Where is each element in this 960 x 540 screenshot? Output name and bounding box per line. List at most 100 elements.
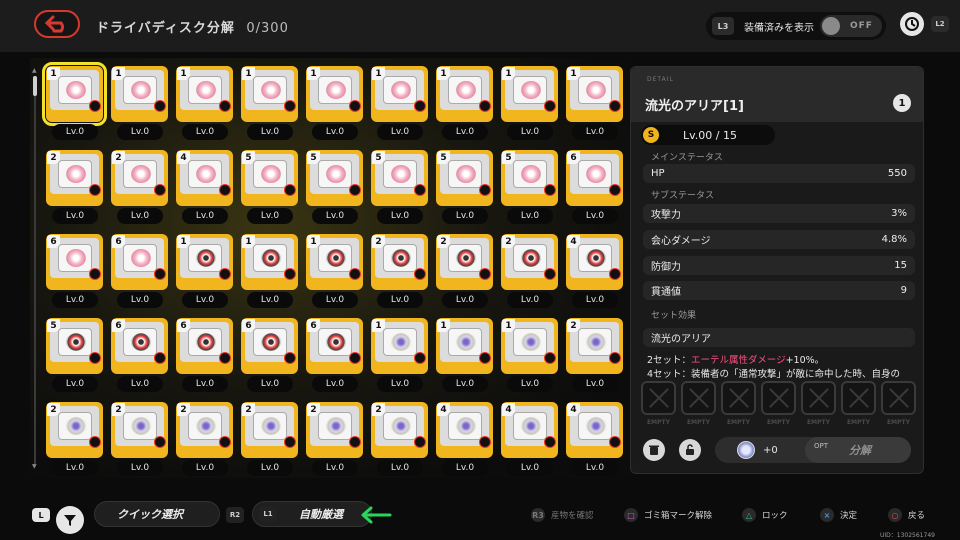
disc-tile[interactable]: 5 Lv.0 [371,150,428,227]
tile-slot-number: 1 [372,319,385,332]
disc-tile[interactable]: 5 Lv.0 [306,150,363,227]
disc-tile[interactable]: 2 Lv.0 [111,402,168,479]
disc-tile[interactable]: 1 Lv.0 [306,66,363,143]
disc-tile[interactable]: 1 Lv.0 [371,318,428,395]
disc-tile[interactable]: 1 Lv.0 [501,318,558,395]
disc-tile[interactable]: 5 Lv.0 [436,150,493,227]
disc-tile[interactable]: 1 Lv.0 [436,318,493,395]
disc-tile[interactable]: 6 Lv.0 [566,150,623,227]
disc-tile[interactable]: 2 Lv.0 [46,402,103,479]
grid-scrollbar[interactable]: ▲ ▼ [32,68,38,470]
disc-tile[interactable]: 1 Lv.0 [306,234,363,311]
button-hint: R3 産物を確認 [531,508,594,522]
disc-tile[interactable]: 2 Lv.0 [46,150,103,227]
disc-tile[interactable]: 1 Lv.0 [176,66,233,143]
disc-tile[interactable]: 4 Lv.0 [501,402,558,479]
unlock-button[interactable] [679,439,701,461]
disc-card: 1 [306,66,363,122]
dismantle-label: 分解 [849,444,871,457]
filter-button[interactable] [56,506,84,534]
disc-tile[interactable]: 1 Lv.0 [111,66,168,143]
disc-tile[interactable]: 1 Lv.0 [371,66,428,143]
disc-card: 1 [111,66,168,122]
disc-icon [382,328,417,356]
disc-core [65,165,86,183]
main-stat-row: HP 550 [643,164,915,183]
disc-tile[interactable]: 2 Lv.0 [111,150,168,227]
disc-icon [512,412,547,440]
disc-tile[interactable]: 2 Lv.0 [501,234,558,311]
disc-tile[interactable]: 1 Lv.0 [42,62,107,143]
disc-tile[interactable]: 4 Lv.0 [566,234,623,311]
show-equipped-toggle[interactable]: L3 装備済みを表示 OFF [706,12,886,40]
empty-slot[interactable] [641,381,676,415]
tile-slot-number: 6 [307,319,320,332]
disc-card: 2 [371,402,428,458]
tile-slot-number: 1 [307,67,320,80]
trash-button[interactable] [643,439,665,461]
rank-icon [609,436,621,448]
tile-level: Lv.0 [377,208,423,224]
disc-tile[interactable]: 1 Lv.0 [176,234,233,311]
disc-core [520,249,541,267]
disc-tile[interactable]: 2 Lv.0 [306,402,363,479]
empty-slot[interactable] [721,381,756,415]
disc-core [325,81,346,99]
disc-tile[interactable]: 1 Lv.0 [241,234,298,311]
disc-tile[interactable]: 6 Lv.0 [306,318,363,395]
empty-label: EMPTY [847,419,870,426]
tile-slot-number: 4 [502,403,515,416]
disc-tile[interactable]: 4 Lv.0 [566,402,623,479]
disc-tile[interactable]: 6 Lv.0 [176,318,233,395]
disc-tile[interactable]: 6 Lv.0 [111,234,168,311]
tile-level: Lv.0 [312,124,358,140]
disc-tile[interactable]: 2 Lv.0 [436,234,493,311]
disc-tile[interactable]: 2 Lv.0 [371,402,428,479]
empty-slot[interactable] [801,381,836,415]
disc-tile[interactable]: 2 Lv.0 [241,402,298,479]
sort-button[interactable] [900,12,924,36]
disc-tile[interactable]: 4 Lv.0 [176,150,233,227]
back-button[interactable] [34,10,80,38]
rank-icon [544,268,556,280]
disc-tile[interactable]: 6 Lv.0 [111,318,168,395]
disc-tile[interactable]: 5 Lv.0 [501,150,558,227]
disc-tile[interactable]: 2 Lv.0 [176,402,233,479]
disc-tile[interactable]: 1 Lv.0 [501,66,558,143]
disc-tile[interactable]: 5 Lv.0 [46,318,103,395]
toggle-knob [822,17,840,35]
auto-select-button[interactable]: L1 自動厳選 [252,501,372,527]
disc-card: 6 [176,318,233,374]
disc-tile[interactable]: 1 Lv.0 [436,66,493,143]
empty-slot[interactable] [841,381,876,415]
disc-tile[interactable]: 6 Lv.0 [241,318,298,395]
disc-tile[interactable]: 4 Lv.0 [436,402,493,479]
stat-value: 3% [891,208,907,219]
empty-slot[interactable] [881,381,916,415]
disc-tile[interactable]: 5 Lv.0 [241,150,298,227]
disc-icon [252,244,287,272]
disc-tile[interactable]: 2 Lv.0 [371,234,428,311]
empty-slot-labels: EMPTY EMPTY EMPTY EMPTY EMPTY EMPTY EMPT… [641,419,917,426]
disc-tile[interactable]: 6 Lv.0 [46,234,103,311]
rank-icon [479,184,491,196]
set2-effect: 2セット：エーテル属性ダメージ+10%。 [647,352,824,366]
disc-core [325,417,346,435]
scroll-down-icon: ▼ [32,463,37,470]
disc-icon [187,412,222,440]
empty-label: EMPTY [727,419,750,426]
empty-slot[interactable] [681,381,716,415]
toggle-switch[interactable]: OFF [820,15,882,37]
disc-tile[interactable]: 1 Lv.0 [566,66,623,143]
set4-effect: 4セット：装備者の「通常攻撃」が敵に命中した時、自身の [647,369,901,380]
disc-icon [317,412,352,440]
empty-slot[interactable] [761,381,796,415]
dismantle-button[interactable]: OPT 分解 [805,437,911,463]
disc-tile[interactable]: 1 Lv.0 [241,66,298,143]
scroll-thumb[interactable] [33,76,37,96]
disc-icon [447,244,482,272]
quick-select-button[interactable]: クイック選択 [94,501,220,527]
disc-icon [187,328,222,356]
disc-tile[interactable]: 2 Lv.0 [566,318,623,395]
tile-level: Lv.0 [312,460,358,476]
